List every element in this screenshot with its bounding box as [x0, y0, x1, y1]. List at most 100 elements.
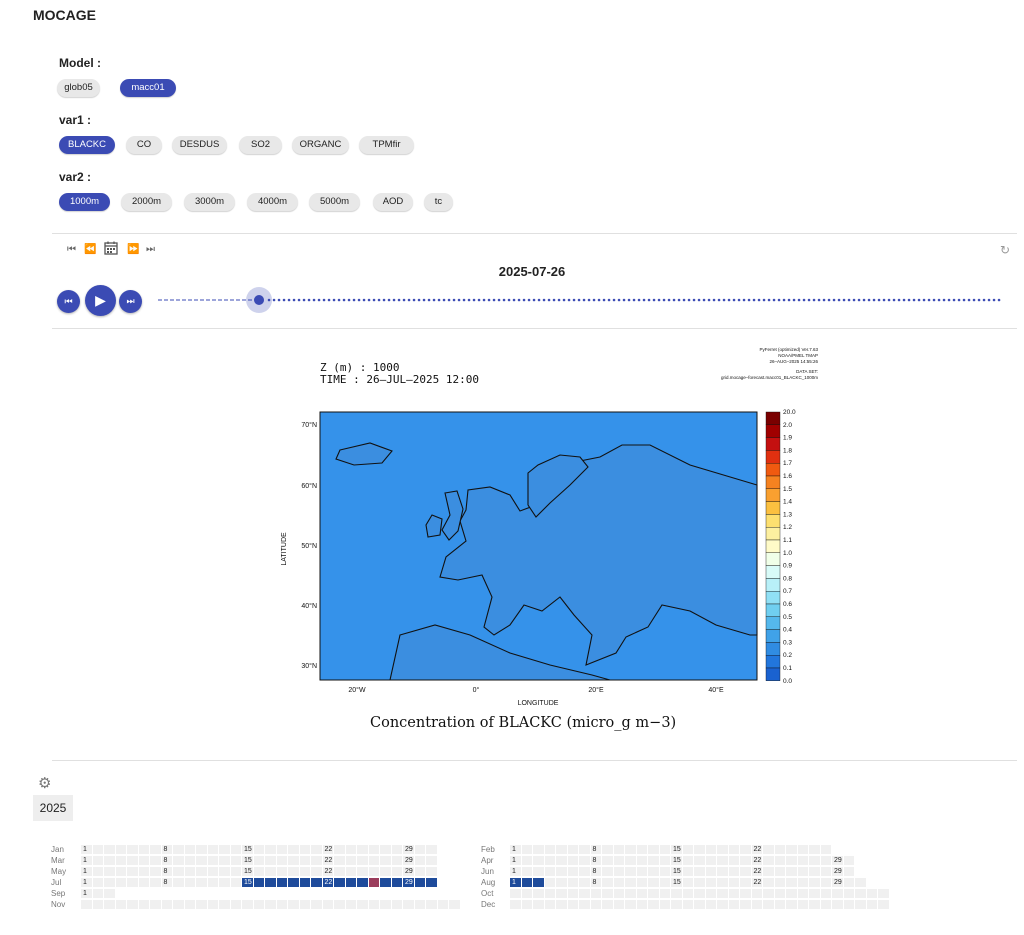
calendar-day-cell[interactable] — [613, 878, 625, 887]
calendar-day-cell[interactable]: 15 — [242, 845, 253, 854]
calendar-day-cell[interactable] — [426, 867, 437, 876]
calendar-day-cell[interactable] — [299, 878, 311, 887]
calendar-day-cell[interactable] — [694, 878, 705, 887]
calendar-day-cell[interactable] — [414, 878, 426, 887]
calendar-day-cell[interactable] — [138, 867, 150, 876]
calendar-day-cell[interactable]: 1 — [81, 856, 92, 865]
chip-var2-tc[interactable]: tc — [424, 193, 453, 211]
calendar-day-cell[interactable] — [556, 878, 567, 887]
calendar-day-cell[interactable]: 29 — [832, 856, 843, 865]
calendar-day-cell[interactable] — [797, 878, 809, 887]
calendar-day-cell[interactable] — [426, 878, 437, 887]
calendar-day-cell[interactable] — [533, 867, 544, 876]
calendar-day-cell[interactable] — [602, 867, 613, 876]
calendar-day-cell[interactable] — [253, 856, 265, 865]
calendar-day-cell[interactable]: 29 — [403, 878, 414, 887]
calendar-day-cell[interactable] — [391, 878, 403, 887]
calendar-day-cell[interactable] — [138, 845, 150, 854]
calendar-day-cell[interactable]: 15 — [671, 845, 682, 854]
calendar-day-cell[interactable] — [115, 856, 127, 865]
calendar-day-cell[interactable] — [659, 856, 671, 865]
calendar-day-cell[interactable] — [728, 856, 740, 865]
calendar-day-cell[interactable] — [368, 867, 380, 876]
calendar-day-cell[interactable] — [150, 856, 161, 865]
calendar-day-cell[interactable]: 29 — [403, 845, 414, 854]
calendar-day-cell[interactable]: 1 — [81, 889, 92, 898]
calendar-day-cell[interactable]: 8 — [590, 867, 602, 876]
calendar-day-cell[interactable] — [357, 878, 368, 887]
calendar-day-cell[interactable] — [682, 878, 694, 887]
calendar-day-cell[interactable] — [567, 878, 579, 887]
calendar-day-cell[interactable] — [648, 867, 659, 876]
calendar-day-cell[interactable] — [809, 878, 820, 887]
calendar-day-cell[interactable] — [150, 878, 161, 887]
calendar-day-cell[interactable] — [207, 867, 219, 876]
calendar-day-cell[interactable] — [265, 878, 276, 887]
calendar-day-cell[interactable] — [613, 867, 625, 876]
calendar-day-cell[interactable] — [533, 856, 544, 865]
calendar-day-cell[interactable]: 22 — [751, 867, 763, 876]
calendar-day-cell[interactable] — [288, 878, 299, 887]
chip-var2-3000m[interactable]: 3000m — [184, 193, 235, 211]
calendar-day-cell[interactable] — [797, 856, 809, 865]
calendar-day-cell[interactable] — [820, 867, 832, 876]
calendar-day-cell[interactable] — [521, 867, 533, 876]
calendar-day-cell[interactable] — [820, 845, 832, 854]
calendar-day-cell[interactable] — [288, 845, 299, 854]
calendar-day-cell[interactable] — [391, 856, 403, 865]
calendar-day-cell[interactable] — [648, 856, 659, 865]
calendar-day-cell[interactable] — [380, 856, 391, 865]
calendar-day-cell[interactable]: 22 — [751, 856, 763, 865]
calendar-day-cell[interactable] — [127, 878, 138, 887]
calendar-day-cell[interactable] — [682, 845, 694, 854]
calendar-day-cell[interactable] — [705, 867, 717, 876]
calendar-day-cell[interactable] — [602, 878, 613, 887]
calendar-day-cell[interactable] — [786, 867, 797, 876]
calendar-day-cell[interactable] — [299, 845, 311, 854]
calendar-day-cell[interactable] — [207, 878, 219, 887]
calendar-day-cell[interactable] — [694, 845, 705, 854]
chip-var2-5000m[interactable]: 5000m — [309, 193, 360, 211]
calendar-day-cell[interactable] — [380, 878, 391, 887]
calendar-day-cell[interactable]: 8 — [161, 845, 173, 854]
calendar-day-cell[interactable] — [173, 867, 184, 876]
calendar-day-cell[interactable] — [659, 845, 671, 854]
timeline-thumb[interactable] — [254, 295, 265, 305]
calendar-day-cell[interactable] — [774, 867, 786, 876]
calendar-day-cell[interactable]: 1 — [510, 878, 521, 887]
calendar-day-cell[interactable] — [92, 867, 104, 876]
calendar-day-cell[interactable] — [196, 867, 207, 876]
year-selector[interactable]: 2025 — [33, 795, 73, 821]
calendar-day-cell[interactable] — [659, 867, 671, 876]
calendar-day-cell[interactable] — [567, 856, 579, 865]
first-icon[interactable]: ⏮ — [67, 244, 76, 255]
calendar-day-cell[interactable] — [809, 845, 820, 854]
calendar-day-cell[interactable]: 1 — [81, 878, 92, 887]
refresh-icon[interactable]: ↻ — [1000, 243, 1010, 257]
calendar-day-cell[interactable] — [625, 856, 636, 865]
calendar-day-cell[interactable] — [426, 845, 437, 854]
fast-forward-icon[interactable]: ⏩ — [127, 244, 139, 255]
calendar-day-cell[interactable] — [173, 856, 184, 865]
calendar-day-cell[interactable] — [219, 856, 230, 865]
calendar-day-cell[interactable] — [276, 867, 288, 876]
chip-var1-tpmfir[interactable]: TPMfir — [359, 136, 414, 154]
calendar-day-cell[interactable]: 15 — [242, 856, 253, 865]
calendar-day-cell[interactable] — [613, 845, 625, 854]
calendar-day-cell[interactable] — [533, 845, 544, 854]
calendar-day-cell[interactable] — [311, 878, 322, 887]
calendar-day-cell[interactable]: 29 — [403, 867, 414, 876]
calendar-day-cell[interactable] — [230, 878, 242, 887]
calendar-day-cell[interactable] — [127, 856, 138, 865]
calendar-day-cell[interactable] — [299, 856, 311, 865]
calendar-day-cell[interactable] — [219, 878, 230, 887]
calendar-day-cell[interactable] — [544, 856, 556, 865]
calendar-day-cell[interactable] — [230, 845, 242, 854]
calendar-day-cell[interactable] — [138, 856, 150, 865]
calendar-day-cell[interactable]: 22 — [322, 878, 334, 887]
calendar-day-cell[interactable]: 15 — [242, 878, 253, 887]
calendar-day-cell[interactable] — [92, 845, 104, 854]
calendar-day-cell[interactable] — [115, 845, 127, 854]
chip-var2-aod[interactable]: AOD — [373, 193, 413, 211]
calendar-day-cell[interactable] — [138, 878, 150, 887]
